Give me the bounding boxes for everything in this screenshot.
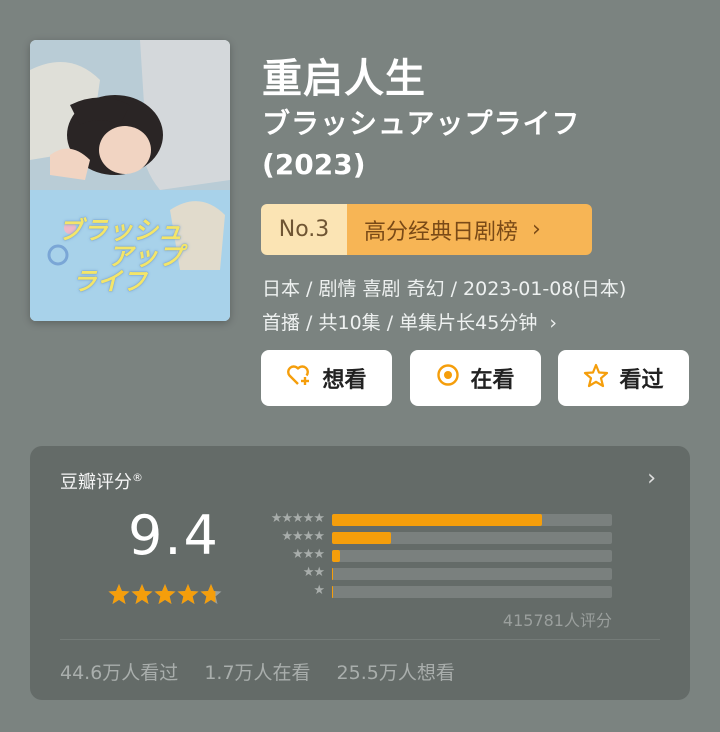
poster-logo: ブラッシュ アップ ライフ <box>58 218 183 295</box>
registered-mark: ® <box>132 471 143 484</box>
star-icon <box>200 584 222 604</box>
want-to-watch-button[interactable]: 想看 <box>261 350 392 406</box>
rating-score: 9.4 <box>128 504 220 567</box>
rating-header-label: 豆瓣评分 <box>60 472 132 493</box>
watching-label: 在看 <box>470 368 515 393</box>
bar-fill <box>332 550 341 562</box>
rating-bar-5-star: ★★★★★ <box>252 511 652 526</box>
poster-image[interactable]: ブラッシュ アップ ライフ <box>30 40 230 321</box>
bar-fill <box>332 532 391 544</box>
bar-track <box>332 586 612 598</box>
star-icon: ★★★★ <box>281 529 325 544</box>
star-icon: ★★ <box>302 565 325 580</box>
want-count: 25.5万人想看 <box>336 662 455 684</box>
poster-logo-line2: アップ <box>108 241 184 271</box>
star-icon: ★★★ <box>292 547 325 562</box>
chevron-right-icon[interactable]: › <box>647 466 656 491</box>
watch-stats: 44.6万人看过 1.7万人在看 25.5万人想看 <box>60 658 455 685</box>
heart-plus-icon <box>286 363 312 393</box>
bar-fill <box>332 586 334 598</box>
ranking-badge[interactable]: No.3 高分经典日剧榜 › <box>261 204 592 255</box>
star-icon <box>131 584 153 604</box>
bar-track <box>332 550 612 562</box>
release-year: (2023) <box>262 148 366 181</box>
rating-card[interactable]: 豆瓣评分® › 9.4 ★★★★★ ★★★★ ★★★ ★★ ★ 415781人评分 44… <box>30 446 690 700</box>
meta-info-line1: 日本 / 剧情 喜剧 奇幻 / 2023-01-08(日本) <box>262 278 627 300</box>
meta-info-text: 首播 / 共10集 / 单集片长45分钟 <box>262 312 538 334</box>
star-icon <box>108 584 130 604</box>
want-to-watch-label: 想看 <box>322 368 367 393</box>
original-title: ブラッシュアップライフ <box>262 107 581 140</box>
bar-fill <box>332 514 542 526</box>
rating-stars <box>108 582 228 610</box>
rating-bar-1-star: ★ <box>252 583 652 598</box>
rank-list-label: 高分经典日剧榜 <box>364 219 519 245</box>
meta-info-line2[interactable]: 首播 / 共10集 / 单集片长45分钟 › <box>262 308 557 335</box>
rating-bar-3-star: ★★★ <box>252 547 652 562</box>
rating-bar-2-star: ★★ <box>252 565 652 580</box>
rating-bar-4-star: ★★★★ <box>252 529 652 544</box>
bar-track <box>332 514 612 526</box>
target-icon <box>436 363 460 393</box>
watching-button[interactable]: 在看 <box>410 350 541 406</box>
watched-button[interactable]: 看过 <box>558 350 689 406</box>
chevron-right-icon: › <box>549 312 557 334</box>
star-icon: ★★★★★ <box>270 511 325 526</box>
divider <box>60 639 660 640</box>
watched-label: 看过 <box>619 368 664 393</box>
page-title: 重启人生 <box>262 56 426 102</box>
poster-logo-line3: ライフ <box>72 267 148 296</box>
watched-count: 44.6万人看过 <box>60 662 179 684</box>
star-icon <box>177 584 199 604</box>
chevron-right-icon: › <box>532 217 541 242</box>
rating-header: 豆瓣评分® <box>60 468 143 494</box>
bar-track <box>332 568 612 580</box>
star-icon <box>154 584 176 604</box>
rank-list: 高分经典日剧榜 › <box>347 204 592 255</box>
bar-track <box>332 532 612 544</box>
watching-count: 1.7万人在看 <box>204 662 311 684</box>
star-icon: ★ <box>313 583 325 598</box>
rank-number: No.3 <box>261 204 347 255</box>
star-outline-icon <box>583 363 609 394</box>
rating-count: 415781人评分 <box>502 611 612 630</box>
star-rating-icon <box>108 584 222 604</box>
bar-fill <box>332 568 334 580</box>
poster-logo-line1: ブラッシュ <box>58 216 184 245</box>
